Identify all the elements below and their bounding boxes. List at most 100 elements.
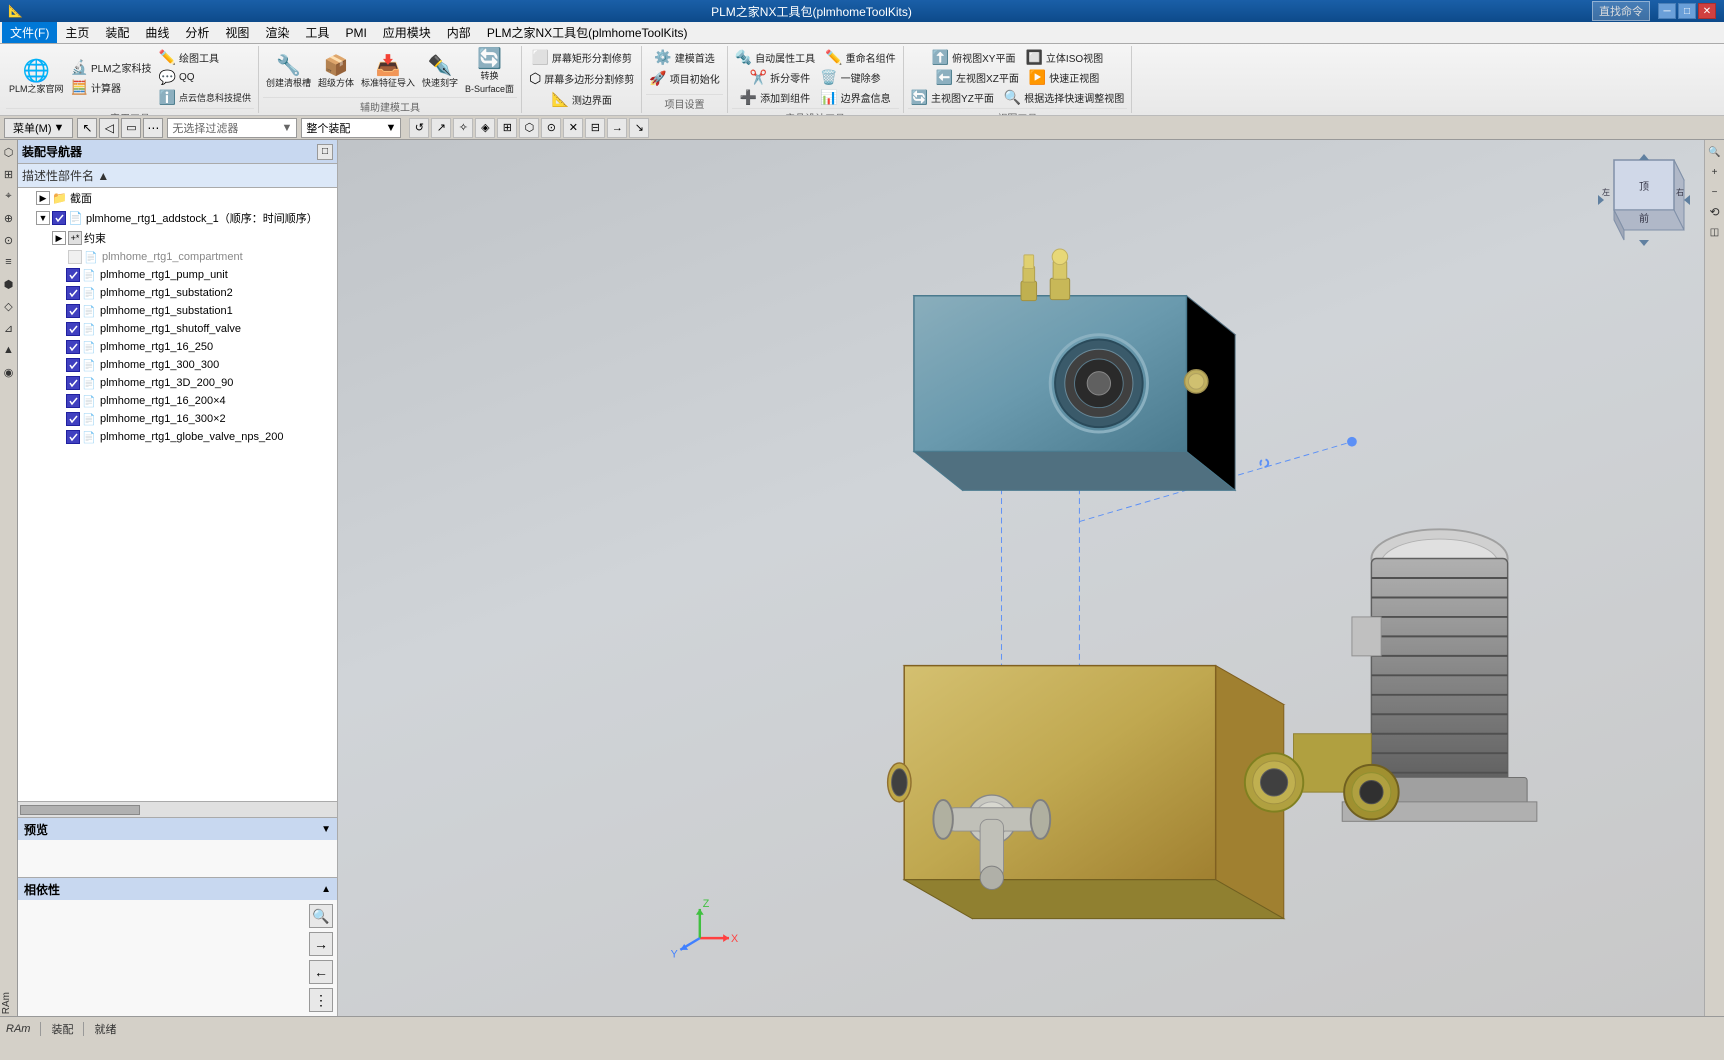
rename-component-btn[interactable]: ✏️ 重命名组件 bbox=[822, 48, 898, 67]
related-dots-btn[interactable]: ⋮ bbox=[309, 988, 333, 1012]
tree-node-3d20090[interactable]: 📄 plmhome_rtg1_3D_200_90 bbox=[18, 374, 337, 392]
rect-split-btn[interactable]: ⬜ 屏幕矩形分割修剪 bbox=[528, 48, 634, 67]
tree-node-assembly[interactable]: ▼ 📄 plmhome_rtg1_addstock_1（顺序：时间顺序） bbox=[18, 208, 337, 228]
vtool-11[interactable]: ◉ bbox=[1, 362, 17, 382]
tree-node-16300x2[interactable]: 📄 plmhome_rtg1_16_300×2 bbox=[18, 410, 337, 428]
t10[interactable]: → bbox=[607, 118, 627, 138]
window-search[interactable]: 直找命令 bbox=[1592, 1, 1650, 21]
t6[interactable]: ⬡ bbox=[519, 118, 539, 138]
select-icon[interactable]: ↖ bbox=[77, 118, 97, 138]
constraint-expand-icon[interactable]: ▶ bbox=[52, 231, 66, 245]
bbox-info-btn[interactable]: 📊 边界盒信息 bbox=[817, 88, 893, 107]
tree-node-shutoff[interactable]: 📄 plmhome_rtg1_shutoff_valve bbox=[18, 320, 337, 338]
tree-node-compartment[interactable]: ▶ 📄 plmhome_rtg1_compartment bbox=[18, 248, 337, 266]
viewport[interactable]: X Z Y 顶 左 右 前 bbox=[338, 140, 1704, 1016]
rstrip-3[interactable]: − bbox=[1706, 183, 1724, 201]
tree-area[interactable]: ▶ 📁 截面 ▼ 📄 plmhome_rtg1_addstock_1（顺序：时间… bbox=[18, 188, 337, 801]
t1[interactable]: ↺ bbox=[409, 118, 429, 138]
menu-item-analysis[interactable]: 分析 bbox=[177, 22, 217, 43]
tree-node-sub2[interactable]: 📄 plmhome_rtg1_substation2 bbox=[18, 284, 337, 302]
plm-home-btn[interactable]: 🌐 PLM之家官网 bbox=[6, 59, 67, 96]
more-icon[interactable]: ⋯ bbox=[143, 118, 163, 138]
menu-item-appmodule[interactable]: 应用模块 bbox=[375, 22, 439, 43]
vtool-10[interactable]: ▲ bbox=[1, 340, 17, 360]
rstrip-5[interactable]: ◫ bbox=[1706, 223, 1724, 241]
menu-item-view[interactable]: 视图 bbox=[217, 22, 257, 43]
filter-input[interactable]: 无选择过滤器 ▼ bbox=[167, 118, 297, 138]
tree-node-sub1[interactable]: 📄 plmhome_rtg1_substation1 bbox=[18, 302, 337, 320]
create-root-slot-btn[interactable]: 🔧 创建清根槽 bbox=[263, 55, 314, 90]
related-header[interactable]: 相依性 ▲ bbox=[18, 878, 337, 900]
vtool-1[interactable]: ⬡ bbox=[1, 142, 17, 162]
related-collapse-icon[interactable]: ▲ bbox=[321, 884, 331, 895]
tree-node-constraint[interactable]: ▶ +* 约束 bbox=[18, 228, 337, 248]
t3[interactable]: ✧ bbox=[453, 118, 473, 138]
menu-item-plm[interactable]: PLM之家NX工具包(plmhomeToolKits) bbox=[479, 22, 696, 43]
rstrip-2[interactable]: + bbox=[1706, 163, 1724, 181]
t11[interactable]: ↘ bbox=[629, 118, 649, 138]
quick-engrave-btn[interactable]: ✒️ 快速刻字 bbox=[419, 55, 461, 90]
select-box-icon[interactable]: ▭ bbox=[121, 118, 141, 138]
minimize-button[interactable]: ─ bbox=[1658, 3, 1676, 19]
section-expand-icon[interactable]: ▶ bbox=[36, 191, 50, 205]
menu-item-render[interactable]: 渲染 bbox=[257, 22, 297, 43]
calculator-btn[interactable]: 🧮 计算器 bbox=[68, 78, 155, 97]
assembly-expand-icon[interactable]: ▼ bbox=[36, 211, 50, 225]
t9[interactable]: ⊟ bbox=[585, 118, 605, 138]
scope-dropdown[interactable]: 整个装配 ▼ bbox=[301, 118, 401, 138]
vtool-6[interactable]: ≡ bbox=[1, 252, 17, 272]
menu-item-internal[interactable]: 内部 bbox=[439, 22, 479, 43]
nav-close-btn[interactable]: □ bbox=[317, 144, 333, 160]
quick-front-btn[interactable]: ▶️ 快速正视图 bbox=[1026, 68, 1102, 87]
related-prev-btn[interactable]: ← bbox=[309, 960, 333, 984]
poly-split-btn[interactable]: ⬡ 屏幕多边形分割修剪 bbox=[526, 69, 637, 88]
t8[interactable]: ✕ bbox=[563, 118, 583, 138]
related-next-btn[interactable]: → bbox=[309, 932, 333, 956]
menu-item-file[interactable]: 文件(F) bbox=[2, 22, 57, 43]
super-box-btn[interactable]: 📦 超级方体 bbox=[315, 55, 357, 90]
hscroll-thumb[interactable] bbox=[20, 805, 140, 815]
rstrip-1[interactable]: 🔍 bbox=[1706, 143, 1724, 161]
t5[interactable]: ⊞ bbox=[497, 118, 517, 138]
menu-item-tools[interactable]: 工具 bbox=[297, 22, 337, 43]
tree-node-pump[interactable]: 📄 plmhome_rtg1_pump_unit bbox=[18, 266, 337, 284]
std-feature-import-btn[interactable]: 📥 标准特征导入 bbox=[358, 55, 418, 90]
measure-boundary-btn[interactable]: 📐 测边界面 bbox=[548, 90, 614, 109]
tree-node-16200x4[interactable]: 📄 plmhome_rtg1_16_200×4 bbox=[18, 392, 337, 410]
top-view-btn[interactable]: ⬆️ 俯视图XY平面 bbox=[929, 48, 1019, 67]
iso-view-btn[interactable]: 🔲 立体ISO视图 bbox=[1022, 48, 1106, 67]
close-button[interactable]: ✕ bbox=[1698, 3, 1716, 19]
modeling-pref-btn[interactable]: ⚙️ 建模首选 bbox=[651, 48, 717, 67]
menu-item-pmi[interactable]: PMI bbox=[337, 24, 374, 42]
menu-item-home[interactable]: 主页 bbox=[57, 22, 97, 43]
left-view-btn[interactable]: ⬅️ 左视图XZ平面 bbox=[933, 68, 1022, 87]
tree-node-300300[interactable]: 📄 plmhome_rtg1_300_300 bbox=[18, 356, 337, 374]
drawing-tools-btn[interactable]: ✏️ 绘图工具 bbox=[156, 48, 254, 67]
preview-collapse-icon[interactable]: ▼ bbox=[321, 824, 331, 835]
menu-item-assembly[interactable]: 装配 bbox=[97, 22, 137, 43]
menu-item-curve[interactable]: 曲线 bbox=[137, 22, 177, 43]
remove-param-btn[interactable]: 🗑️ 一键除参 bbox=[817, 68, 883, 87]
navigation-cube[interactable]: 顶 左 右 前 bbox=[1594, 150, 1694, 250]
main-view-btn[interactable]: 🔄 主视图YZ平面 bbox=[908, 88, 997, 107]
related-search-btn[interactable]: 🔍 bbox=[309, 904, 333, 928]
maximize-button[interactable]: □ bbox=[1678, 3, 1696, 19]
project-init-btn[interactable]: 🚀 项目初始化 bbox=[646, 69, 722, 88]
vtool-7[interactable]: ⬢ bbox=[1, 274, 17, 294]
vtool-4[interactable]: ⊕ bbox=[1, 208, 17, 228]
t2[interactable]: ↗ bbox=[431, 118, 451, 138]
vtool-9[interactable]: ⊿ bbox=[1, 318, 17, 338]
pointcloud-btn[interactable]: ℹ️ 点云信息科技提供 bbox=[156, 88, 254, 107]
menu-dropdown[interactable]: 菜单(M) ▼ bbox=[4, 118, 73, 138]
plm-science-btn[interactable]: 🔬 PLM之家科技 bbox=[68, 58, 155, 77]
auto-attr-btn[interactable]: 🔩 自动属性工具 bbox=[732, 48, 818, 67]
quick-adjust-btn[interactable]: 🔍 根据选择快速调整视图 bbox=[1001, 88, 1127, 107]
vtool-8[interactable]: ◇ bbox=[1, 296, 17, 316]
preview-header[interactable]: 预览 ▼ bbox=[18, 818, 337, 840]
tree-node-16250[interactable]: 📄 plmhome_rtg1_16_250 bbox=[18, 338, 337, 356]
vtool-2[interactable]: ⊞ bbox=[1, 164, 17, 184]
split-part-btn[interactable]: ✂️ 拆分零件 bbox=[747, 68, 813, 87]
t7[interactable]: ⊙ bbox=[541, 118, 561, 138]
tree-node-globe-valve[interactable]: 📄 plmhome_rtg1_globe_valve_nps_200 bbox=[18, 428, 337, 446]
sidebar-hscroll-bar[interactable] bbox=[18, 801, 337, 817]
